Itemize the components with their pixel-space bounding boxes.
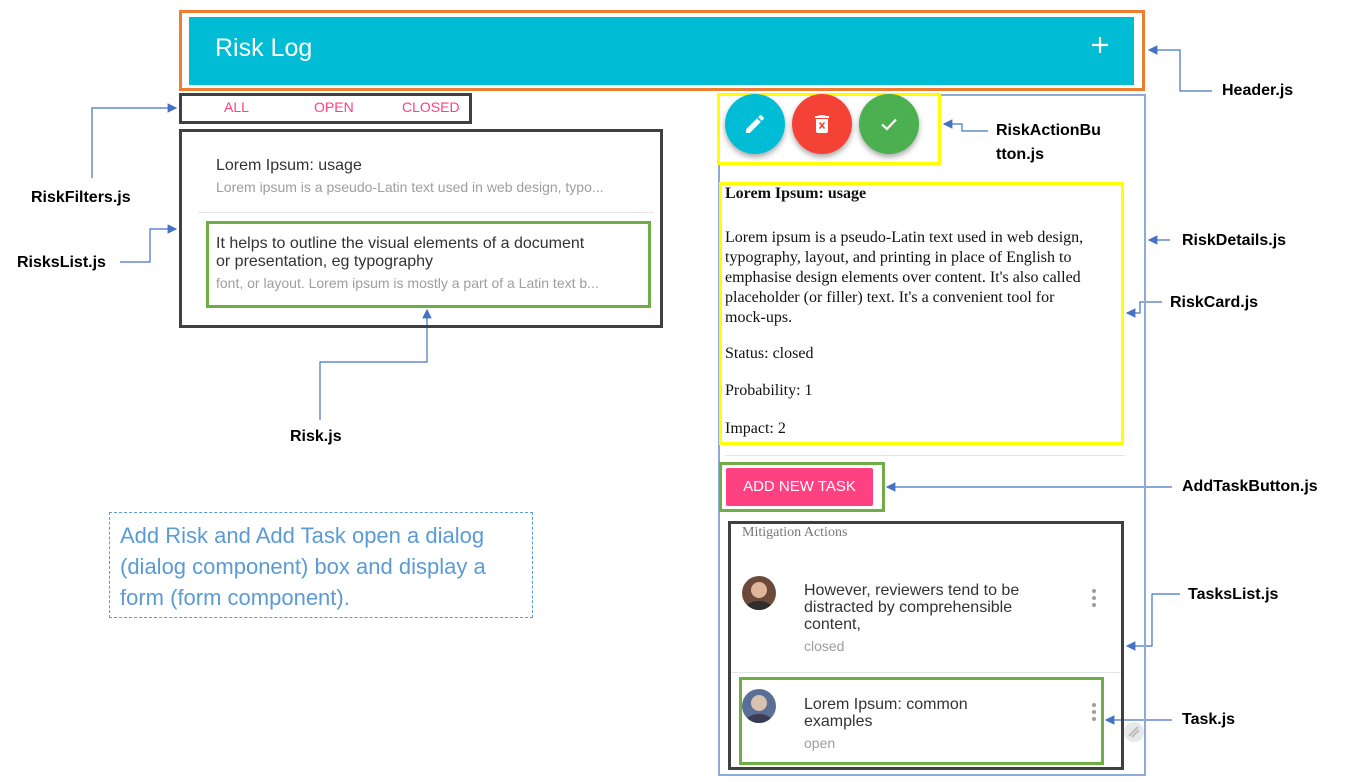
avatar [742, 576, 776, 610]
risk-item-2-title-line2: or presentation, eg typography [216, 253, 434, 270]
card-divider [725, 455, 1125, 456]
riskcard-component-label: RiskCard.js [1170, 294, 1259, 311]
risk-card-description-line: emphasise design elements over content. … [725, 269, 1081, 286]
dialog-note: Add Risk and Add Task open a dialog (dia… [109, 512, 533, 618]
header-component-label: Header.js [1222, 82, 1294, 99]
note-line: Add Risk and Add Task open a dialog [120, 523, 485, 548]
taskslist-component-label: TasksList.js [1188, 586, 1279, 603]
drag-handle-icon [1122, 720, 1146, 744]
addtask-component-label: AddTaskButton.js [1182, 478, 1318, 495]
arrow-header [1147, 45, 1212, 92]
note-line: (dialog component) box and display a [120, 554, 486, 579]
riskdetails-component-label: RiskDetails.js [1182, 232, 1287, 249]
risk-card-description: Lorem ipsum is a pseudo-Latin text used … [725, 228, 1083, 328]
filter-tab-all[interactable]: ALL [224, 99, 249, 115]
trash-icon [815, 115, 829, 133]
task-title-line: distracted by comprehensible [804, 599, 1013, 616]
risk-item-2-subtitle: font, or layout. Lorem ipsum is mostly a… [216, 275, 599, 291]
risk-card-description-line: mock-ups. [725, 309, 793, 326]
tasks-subheader: Mitigation Actions [742, 525, 848, 540]
arrow-riskslist [120, 224, 178, 263]
filter-tab-closed[interactable]: CLOSED [402, 99, 460, 115]
arrow-filters [91, 103, 178, 178]
risk-item-1-subtitle: Lorem ipsum is a pseudo-Latin text used … [216, 179, 604, 195]
actionbutton-component-label-line2: tton.js [996, 146, 1044, 163]
riskslist-component-label: RisksList.js [17, 254, 106, 271]
check-icon [881, 118, 897, 131]
risk-item-2-title-line1: It helps to outline the visual elements … [216, 235, 585, 252]
task-item-2-title: Lorem Ipsum: common examples [804, 696, 968, 730]
task-title-line: content, [804, 616, 861, 633]
risk-card-description-line: Lorem ipsum is a pseudo-Latin text used … [725, 229, 1084, 246]
risk-card-title: Lorem Ipsum: usage [725, 185, 867, 202]
edit-risk-button[interactable] [725, 94, 785, 154]
pencil-icon [746, 114, 765, 133]
delete-risk-button[interactable] [792, 94, 852, 154]
avatar [742, 689, 776, 723]
risk-card-probability: Probability: 1 [725, 382, 813, 399]
task-title-line: examples [804, 713, 873, 730]
plus-icon [1092, 37, 1108, 53]
more-vertical-icon [1092, 589, 1096, 607]
add-risk-button[interactable] [1086, 31, 1114, 59]
task-menu-button[interactable] [1089, 588, 1099, 610]
app-title: Risk Log [215, 34, 313, 62]
add-task-button[interactable]: ADD NEW TASK [726, 468, 873, 506]
risk-card-status: Status: closed [725, 345, 814, 362]
actionbutton-component-label-line1: RiskActionBu [996, 122, 1101, 139]
close-risk-button[interactable] [859, 94, 919, 154]
task-menu-button[interactable] [1089, 702, 1099, 724]
filter-tab-open[interactable]: OPEN [314, 99, 354, 115]
risk-card-description-line: typography, layout, and printing in plac… [725, 249, 1072, 266]
task-item-2-status: open [804, 735, 836, 751]
risk-component-label: Risk.js [290, 428, 342, 445]
risk-card-description-line: placeholder (or filler) text. It's a con… [725, 289, 1055, 306]
task-title-line: Lorem Ipsum: common [804, 696, 968, 713]
task-divider [731, 672, 1121, 673]
task-item-1-status: closed [804, 638, 845, 654]
note-line: form (form component). [120, 585, 350, 610]
filters-component-label: RiskFilters.js [31, 189, 131, 206]
risk-card-impact: Impact: 2 [725, 420, 786, 437]
more-vertical-icon [1092, 703, 1096, 721]
task-component-label: Task.js [1182, 711, 1236, 728]
list-divider [198, 212, 654, 213]
risk-item-1-title: Lorem Ipsum: usage [216, 157, 362, 174]
task-title-line: However, reviewers tend to be [804, 582, 1020, 599]
app-header-bar [189, 17, 1134, 85]
task-item-1-title: However, reviewers tend to be distracted… [804, 582, 1019, 633]
